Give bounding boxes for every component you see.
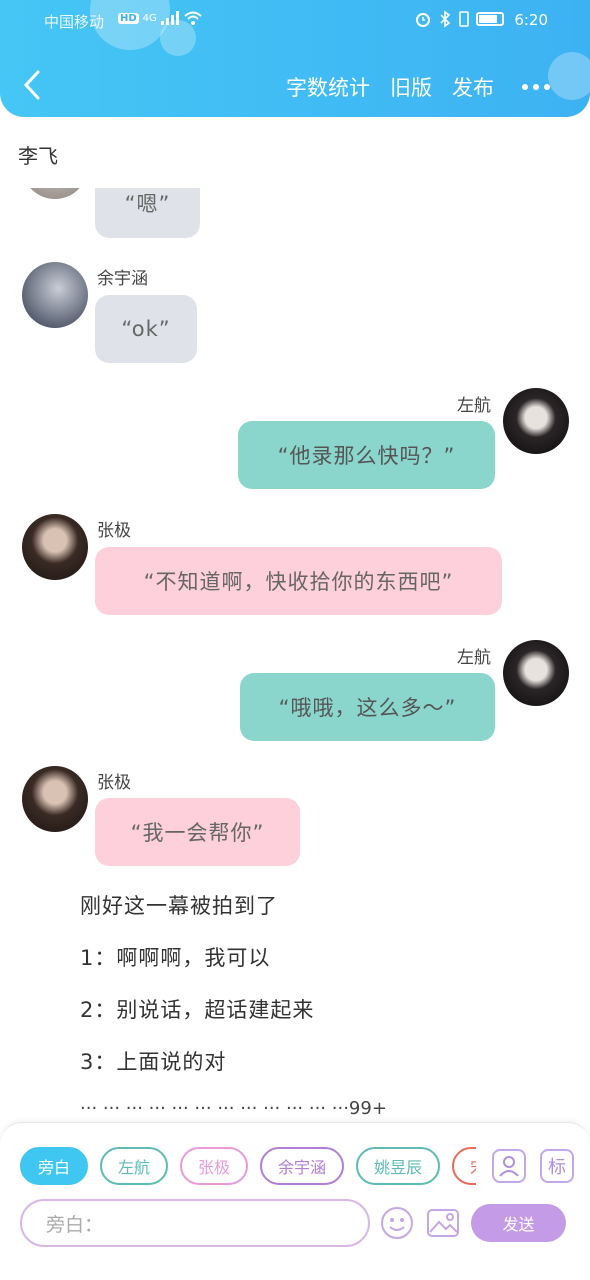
sender-name: 左航 <box>457 648 491 668</box>
alarm-icon <box>416 13 430 27</box>
narration-line[interactable]: 1：啊啊啊，我可以 <box>80 942 270 972</box>
network-label: 4G <box>142 12 157 24</box>
bluetooth-icon <box>440 10 451 28</box>
message-bubble[interactable]: “嗯” <box>95 188 200 238</box>
message-bubble[interactable]: “哦哦，这么多～” <box>240 673 495 741</box>
signal-group: HD 4G <box>118 10 203 26</box>
role-chip[interactable]: 姚昱辰 <box>356 1147 441 1185</box>
status-bar: 中国移动 HD 4G 6:20 <box>0 0 590 40</box>
narration-line[interactable]: 3：上面说的对 <box>80 1046 226 1076</box>
story-title: 李飞 <box>18 144 58 168</box>
narration-line[interactable]: 刚好这一幕被拍到了 <box>80 890 278 920</box>
avatar[interactable] <box>503 388 569 454</box>
hd-badge: HD <box>118 12 139 24</box>
battery-icon <box>476 12 504 26</box>
avatar[interactable] <box>22 766 88 832</box>
role-chip[interactable]: 余宇涵 <box>260 1147 345 1185</box>
sender-name: 左航 <box>457 396 491 416</box>
send-button[interactable]: 发送 <box>471 1204 566 1242</box>
role-chip[interactable]: 张极 <box>180 1147 249 1185</box>
message-input[interactable]: 旁白： <box>20 1199 370 1247</box>
mark-button[interactable]: 标 <box>540 1149 574 1183</box>
role-chip[interactable]: 宋 <box>452 1147 476 1185</box>
sender-name: 张极 <box>97 521 131 541</box>
image-icon[interactable] <box>426 1206 460 1240</box>
message-bubble[interactable]: “他录那么快吗？” <box>238 421 495 489</box>
narration-line[interactable]: 2：别说话，超话建起来 <box>80 994 314 1024</box>
chat-list[interactable]: “嗯” 余宇涵 “ok” 左航 “他录那么快吗？” 张极 “不知道啊，快收拾你的… <box>0 188 590 1118</box>
role-chip-narrator[interactable]: 旁白 <box>20 1147 89 1185</box>
wifi-icon <box>184 11 202 25</box>
role-chip[interactable]: 左航 <box>100 1147 169 1185</box>
person-icon <box>499 1156 519 1177</box>
header-actions: 字数统计 旧版 发布 <box>286 70 590 104</box>
avatar[interactable] <box>503 640 569 706</box>
header: 中国移动 HD 4G 6:20 字数统计 旧版 发布 <box>0 0 590 117</box>
more-icon[interactable] <box>522 84 550 90</box>
vibrate-icon <box>459 11 469 27</box>
role-chip-list[interactable]: 旁白左航张极余宇涵姚昱辰宋 <box>20 1147 476 1187</box>
clock: 6:20 <box>514 11 548 29</box>
carrier-label: 中国移动 <box>44 13 105 31</box>
avatar[interactable] <box>22 514 88 580</box>
old-version-button[interactable]: 旧版 <box>390 72 432 102</box>
avatar[interactable] <box>22 188 88 199</box>
avatar[interactable] <box>22 262 88 328</box>
character-manage-icon[interactable] <box>492 1149 526 1183</box>
sender-name: 余宇涵 <box>97 269 148 289</box>
sender-name: 张极 <box>97 773 131 793</box>
message-bubble[interactable]: “ok” <box>95 295 197 363</box>
overflow-dots: ··· ··· ··· ··· ··· ··· ··· ··· ··· ··· … <box>80 1098 387 1118</box>
message-bubble[interactable]: “不知道啊，快收拾你的东西吧” <box>95 547 502 615</box>
signal-icon <box>160 11 179 25</box>
message-bubble[interactable]: “我一会帮你” <box>95 798 300 866</box>
emoji-icon[interactable] <box>380 1206 414 1240</box>
back-arrow-icon[interactable] <box>18 68 46 102</box>
chat-story-editor: 中国移动 HD 4G 6:20 字数统计 旧版 发布 李飞 “嗯” 余宇涵 “o… <box>0 0 590 1280</box>
publish-button[interactable]: 发布 <box>452 72 494 102</box>
status-icons <box>414 10 504 28</box>
word-count-button[interactable]: 字数统计 <box>286 72 370 102</box>
